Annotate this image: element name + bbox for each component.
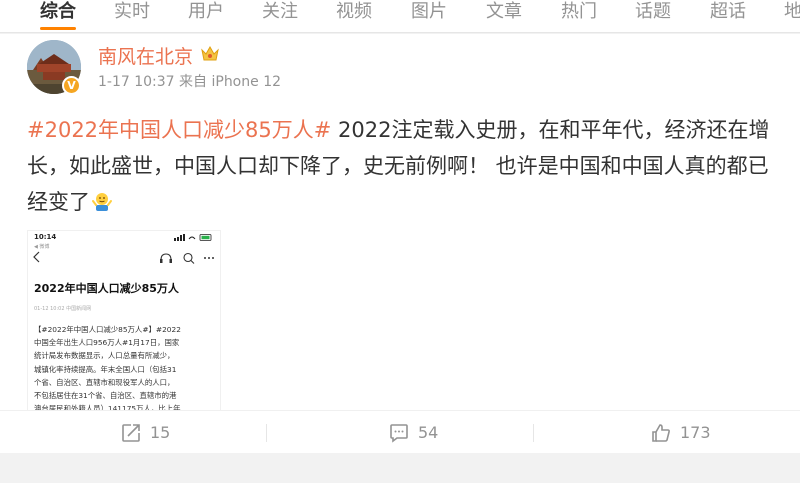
comment-button[interactable]: 54 xyxy=(388,411,438,454)
repost-count: 15 xyxy=(150,423,171,442)
thumb-article-body: 【#2022年中国人口减少85万人#】#2022 中国全年出生人口956万人#1… xyxy=(34,323,218,415)
like-button[interactable]: 173 xyxy=(650,411,711,454)
verified-badge-icon: V xyxy=(62,76,81,95)
tab-super-topics[interactable]: 超话 xyxy=(710,0,746,26)
thumb-article-title: 2022年中国人口减少85万人 xyxy=(34,282,179,295)
tab-pictures[interactable]: 图片 xyxy=(411,0,447,26)
comment-count: 54 xyxy=(418,423,439,442)
post-action-bar: 15 54 173 xyxy=(0,410,800,453)
action-divider xyxy=(533,424,534,442)
tab-articles[interactable]: 文章 xyxy=(486,0,522,26)
thumb-back-icon xyxy=(33,251,40,263)
thumb-body-line: 统计局发布数据显示，人口总量有所减少， xyxy=(34,351,175,361)
action-divider xyxy=(266,424,267,442)
post-hashtag-link[interactable]: #2022年中国人口减少85万人# xyxy=(27,118,331,142)
thumb-status-time: 10:14 xyxy=(34,233,57,241)
thumb-body-line: 城镇化率持续提高。年末全国人口（包括31 xyxy=(34,364,177,374)
post-card: V 南风在北京 1-17 10:37 来自 iPhone 12 #2022年中国… xyxy=(0,34,800,449)
post-body: #2022年中国人口减少85万人# 2022注定载入史册，在和平年代，经济还在增… xyxy=(27,112,787,220)
post-time[interactable]: 1-17 10:37 xyxy=(98,74,175,90)
member-crown-icon xyxy=(201,45,219,61)
thumb-body-line: 个省、自治区、直辖市和现役军人的人口， xyxy=(34,377,175,387)
thumb-toolbar-icons xyxy=(160,252,214,264)
thumb-body-line: 不包括居住在31个省、自治区、直辖市的港 xyxy=(34,391,177,401)
post-author-name[interactable]: 南风在北京 xyxy=(98,42,193,69)
tab-location[interactable]: 地 xyxy=(784,0,800,26)
like-count: 173 xyxy=(680,423,711,442)
shrug-emoji-icon xyxy=(92,193,112,211)
thumb-back-caption: ◀ 微博 xyxy=(34,244,50,250)
search-tab-bar: 综合 实时 用户 关注 视频 图片 文章 热门 话题 超话 地 xyxy=(0,0,800,33)
thumb-body-line: 【#2022年中国人口减少85万人#】#2022 xyxy=(34,325,181,334)
tab-following[interactable]: 关注 xyxy=(262,0,298,26)
thumb-article-meta: 01-12 10:02 中国新闻网 xyxy=(34,306,92,312)
tab-comprehensive[interactable]: 综合 xyxy=(40,0,76,26)
tab-topics[interactable]: 话题 xyxy=(635,0,671,26)
tab-realtime[interactable]: 实时 xyxy=(114,0,150,26)
thumb-body-line: 中国全年出生人口956万人#1月17日，国家 xyxy=(34,338,180,348)
post-source: 来自 iPhone 12 xyxy=(179,74,282,90)
repost-button[interactable]: 15 xyxy=(120,411,170,454)
comment-icon xyxy=(390,423,408,443)
post-image-thumbnail[interactable]: 10:14 ◀ 微博 2022年中国人口减少85万人 01-12 10:02 中… xyxy=(27,230,221,426)
thumbs-up-icon xyxy=(652,423,670,442)
tab-hot[interactable]: 热门 xyxy=(561,0,597,26)
repost-icon xyxy=(122,423,140,442)
active-tab-indicator xyxy=(40,27,76,30)
thumb-status-icons xyxy=(174,234,212,241)
tab-users[interactable]: 用户 xyxy=(188,0,224,26)
tab-video[interactable]: 视频 xyxy=(336,0,372,26)
post-meta: 1-17 10:37 来自 iPhone 12 xyxy=(98,71,281,91)
